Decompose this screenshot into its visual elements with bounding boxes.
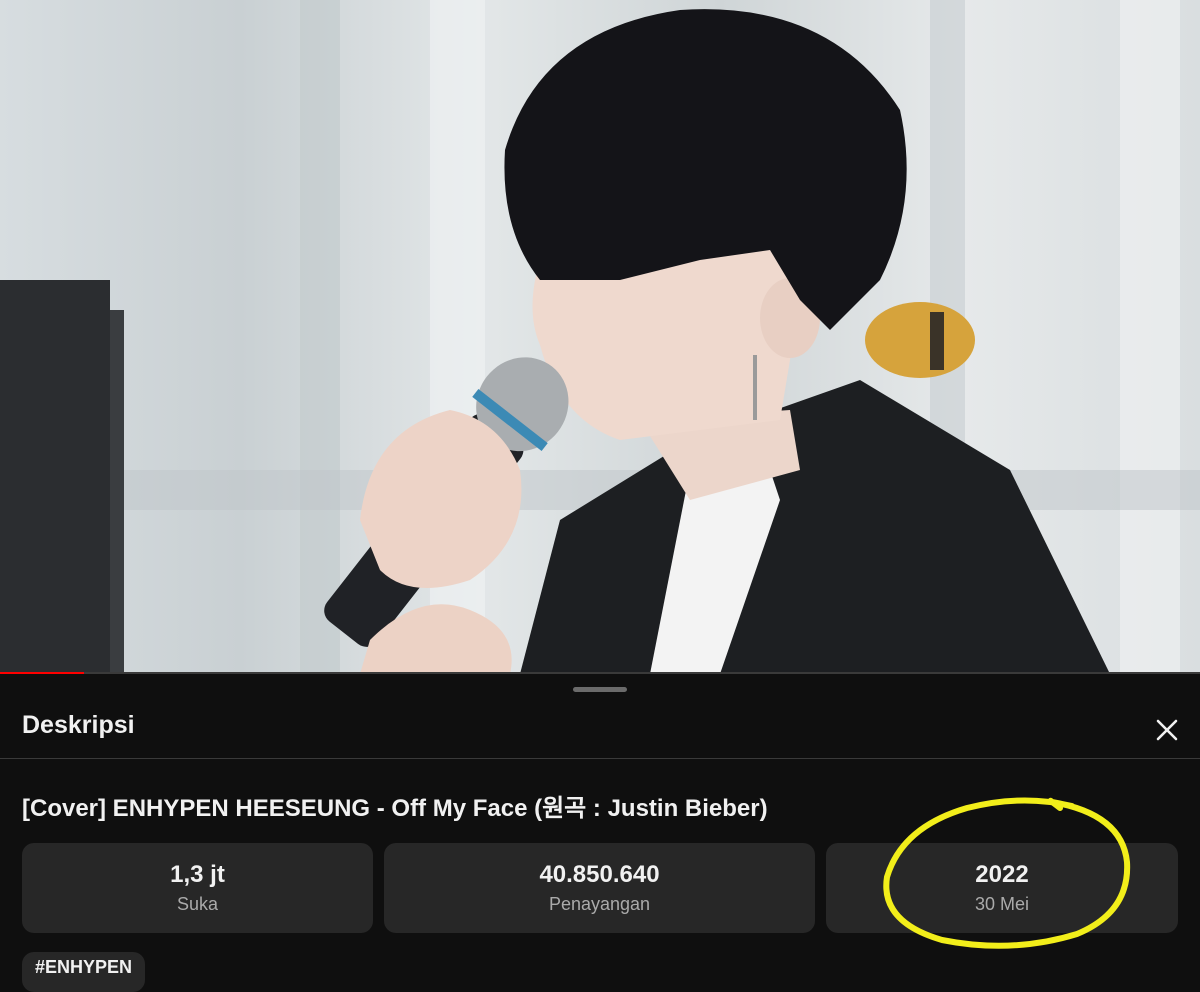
divider — [0, 758, 1200, 759]
video-frame-illustration — [0, 0, 1200, 674]
yellow-circle-annotation — [883, 797, 1131, 949]
views-stat: 40.850.640 Penayangan — [384, 843, 815, 933]
likes-stat: 1,3 jt Suka — [22, 843, 373, 933]
likes-label: Suka — [176, 894, 219, 914]
views-label: Penayangan — [548, 894, 651, 914]
sheet-title: Deskripsi — [22, 711, 135, 739]
close-button[interactable] — [1147, 710, 1187, 750]
views-count: 40.850.640 — [539, 861, 660, 888]
description-sheet: Deskripsi [Cover] ENHYPEN HEESEUNG - Off… — [0, 674, 1200, 992]
video-title: [Cover] ENHYPEN HEESEUNG - Off My Face (… — [22, 795, 768, 822]
drag-handle[interactable] — [573, 687, 627, 692]
likes-count: 1,3 jt — [170, 861, 225, 888]
video-player[interactable] — [0, 0, 1200, 674]
hashtag-chip[interactable]: #ENHYPEN — [22, 952, 146, 992]
close-icon — [1156, 719, 1178, 741]
